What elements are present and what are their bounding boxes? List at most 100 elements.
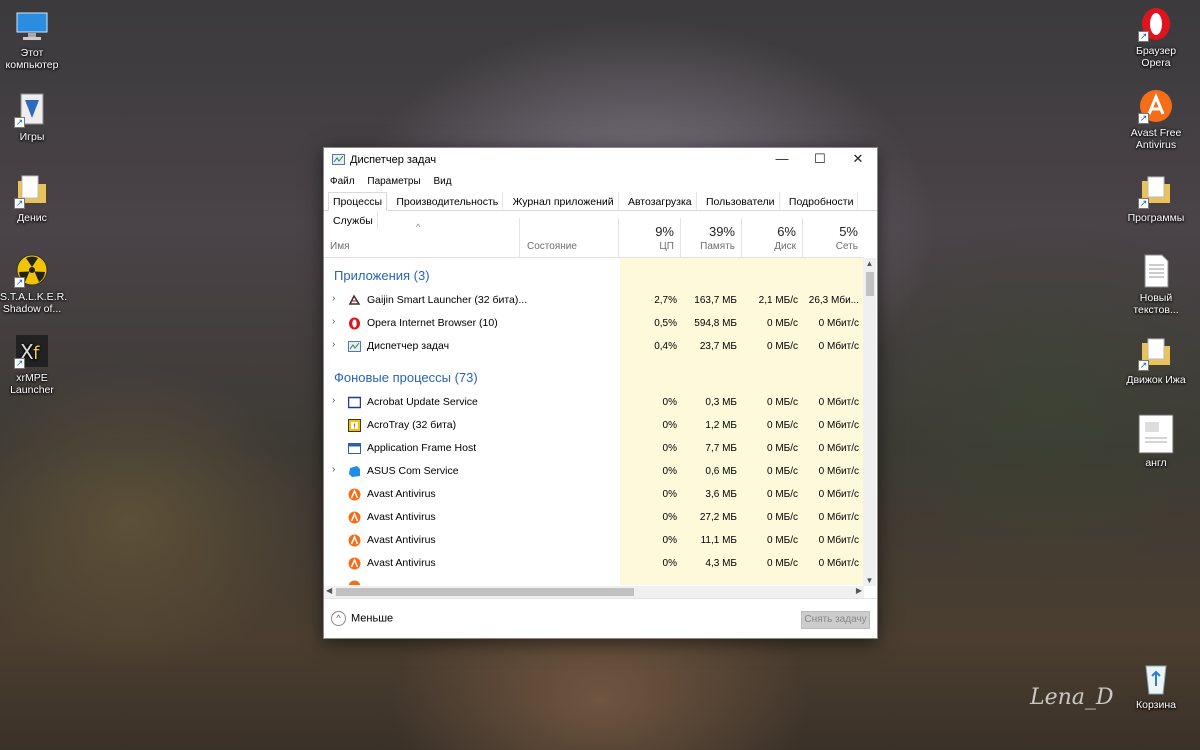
process-row[interactable]: Avast Antivirus 0% 3,6 МБ 0 МБ/с 0 Мбит/…: [324, 483, 864, 506]
desktop-icon-stalker[interactable]: ↗ S.T.A.L.K.E.R. Shadow of...: [0, 252, 67, 315]
desktop-icon-avast[interactable]: ↗ Avast Free Antivirus: [1124, 88, 1188, 151]
expand-chevron-icon[interactable]: ›: [332, 316, 335, 327]
tab-performance[interactable]: Производительность: [391, 192, 504, 210]
column-cpu[interactable]: 9% ЦП: [620, 218, 681, 257]
cpu-label: ЦП: [659, 241, 674, 252]
close-button[interactable]: ✕: [839, 148, 877, 172]
process-name: Application Frame Host: [367, 442, 477, 454]
process-row[interactable]: Avast Antivirus 0% 27,2 МБ 0 МБ/с 0 Мбит…: [324, 506, 864, 529]
desktop-icon-angl[interactable]: англ: [1124, 414, 1188, 469]
scroll-right-icon[interactable]: ▶: [856, 586, 862, 595]
horizontal-scrollbar[interactable]: ◀ ▶: [324, 586, 864, 598]
process-name: Avast Antivirus: [367, 557, 436, 569]
network-value: 0 Мбит/с: [818, 466, 859, 477]
memory-value: 3,6 МБ: [705, 489, 737, 500]
column-disk[interactable]: 6% Диск: [743, 218, 803, 257]
scroll-thumb[interactable]: [866, 272, 874, 296]
desktop-icon-label: англ: [1145, 457, 1167, 469]
desktop-icon-this-pc[interactable]: Этот компьютер: [0, 8, 64, 71]
gaijin-icon: [348, 294, 361, 305]
desktop-icon-xrmpe[interactable]: Xf ↗ xrMPE Launcher: [0, 333, 64, 396]
app-window-icon: [348, 396, 361, 409]
network-value: 0 Мбит/с: [818, 420, 859, 431]
tab-details[interactable]: Подробности: [784, 192, 859, 210]
expand-chevron-icon[interactable]: ›: [332, 339, 335, 350]
group-background-title[interactable]: Фоновые процессы (73): [334, 370, 478, 385]
desktop-icon-opera[interactable]: ↗ Браузер Opera: [1124, 6, 1188, 69]
menu-view[interactable]: Вид: [433, 172, 451, 192]
process-row[interactable]: › Opera Internet Browser (10) 0,5% 594,8…: [324, 312, 864, 335]
folder-icon: ↗: [1138, 335, 1174, 371]
computer-icon: [14, 8, 50, 44]
vertical-scrollbar[interactable]: ▲ ▼: [863, 258, 876, 586]
shortcut-arrow-icon: ↗: [14, 198, 25, 209]
process-row[interactable]: › Gaijin Smart Launcher (32 бита)... 2,7…: [324, 289, 864, 312]
network-value: 0 Мбит/с: [818, 341, 859, 352]
desktop-icon-recycle-bin[interactable]: Корзина: [1124, 660, 1188, 711]
recycle-bin-icon: [1138, 660, 1174, 696]
avast-icon: [348, 580, 361, 585]
tab-app-history[interactable]: Журнал приложений: [508, 192, 619, 210]
expand-chevron-icon[interactable]: ›: [332, 293, 335, 304]
expand-chevron-icon[interactable]: ›: [332, 464, 335, 475]
process-row[interactable]: Application Frame Host 0% 7,7 МБ 0 МБ/с …: [324, 437, 864, 460]
memory-value: 594,8 МБ: [694, 318, 737, 329]
desktop-icon-games[interactable]: ↗ Игры: [0, 92, 64, 143]
column-name[interactable]: Имя: [324, 218, 520, 257]
disk-value: 2,1 МБ/с: [758, 295, 798, 306]
scroll-down-icon[interactable]: ▼: [863, 576, 876, 585]
menu-options[interactable]: Параметры: [367, 172, 420, 192]
process-row[interactable]: ! AcroTray (32 бита) 0% 1,2 МБ 0 МБ/с 0 …: [324, 414, 864, 437]
cpu-value: 0,4%: [654, 341, 677, 352]
process-row[interactable]: Avast Antivirus 0% 4,3 МБ 0 МБ/с 0 Мбит/…: [324, 552, 864, 575]
folder-icon: ↗: [1138, 173, 1174, 209]
desktop-icon-denis[interactable]: ↗ Денис: [0, 173, 64, 224]
disk-total: 6%: [777, 224, 796, 239]
column-status[interactable]: Состояние: [521, 218, 619, 257]
desktop-icon-programs[interactable]: ↗ Программы: [1124, 173, 1188, 224]
column-memory[interactable]: 39% Память: [682, 218, 742, 257]
watermark: Lena_D: [1030, 685, 1114, 710]
hscroll-thumb[interactable]: [336, 588, 634, 596]
desktop-icon-label: xrMPE Launcher: [10, 372, 54, 396]
process-name: Avast Antivirus: [367, 534, 436, 546]
asus-icon: [349, 466, 360, 477]
task-manager-icon: [348, 341, 361, 352]
fewer-details-button[interactable]: ^ Меньше: [331, 611, 393, 626]
minimize-button[interactable]: —: [763, 148, 801, 172]
avast-icon: ↗: [1138, 88, 1174, 124]
opera-icon: ↗: [1138, 6, 1174, 42]
memory-value: 11,1 МБ: [700, 535, 737, 546]
memory-value: 23,7 МБ: [699, 341, 737, 352]
memory-value: 163,7 МБ: [694, 295, 737, 306]
tab-processes[interactable]: Процессы: [328, 192, 388, 211]
group-apps-title[interactable]: Приложения (3): [334, 268, 430, 283]
menu-file[interactable]: Файл: [330, 172, 355, 192]
scroll-up-icon[interactable]: ▲: [863, 259, 876, 268]
desktop-icon-new-text[interactable]: Новый текстов...: [1124, 253, 1188, 316]
network-value: 0 Мбит/с: [818, 489, 859, 500]
text-file-icon: [1138, 253, 1174, 289]
end-task-button[interactable]: Снять задачу: [801, 611, 870, 629]
shortcut-arrow-icon: ↗: [1138, 198, 1149, 209]
process-row[interactable]: Avast Antivirus 0% 11,1 МБ 0 МБ/с 0 Мбит…: [324, 529, 864, 552]
process-row[interactable]: › ASUS Com Service 0% 0,6 МБ 0 МБ/с 0 Мб…: [324, 460, 864, 483]
process-row[interactable]: › Диспетчер задач 0,4% 23,7 МБ 0 МБ/с 0 …: [324, 335, 864, 358]
folder-icon: ↗: [14, 173, 50, 209]
desktop-icon-izh-engine[interactable]: ↗ Движок Ижа: [1124, 335, 1188, 386]
process-row-partial[interactable]: [324, 575, 864, 585]
expand-chevron-icon[interactable]: ›: [332, 395, 335, 406]
tab-users[interactable]: Пользователи: [701, 192, 780, 210]
chevron-up-icon: ^: [331, 611, 346, 626]
column-header: ^ Имя Состояние 9% ЦП 39% Память 6% Диск…: [324, 218, 864, 258]
scroll-left-icon[interactable]: ◀: [326, 586, 332, 595]
column-network[interactable]: 5% Сеть: [804, 218, 864, 257]
maximize-button[interactable]: ☐: [801, 148, 839, 172]
cpu-value: 0%: [662, 466, 677, 477]
tab-startup[interactable]: Автозагрузка: [623, 192, 697, 210]
process-row[interactable]: › Acrobat Update Service 0% 0,3 МБ 0 МБ/…: [324, 391, 864, 414]
desktop-icon-label: Avast Free Antivirus: [1130, 127, 1182, 151]
menu-bar: Файл Параметры Вид: [324, 172, 877, 192]
disk-value: 0 МБ/с: [766, 443, 798, 454]
title-bar[interactable]: Диспетчер задач — ☐ ✕: [324, 148, 877, 172]
